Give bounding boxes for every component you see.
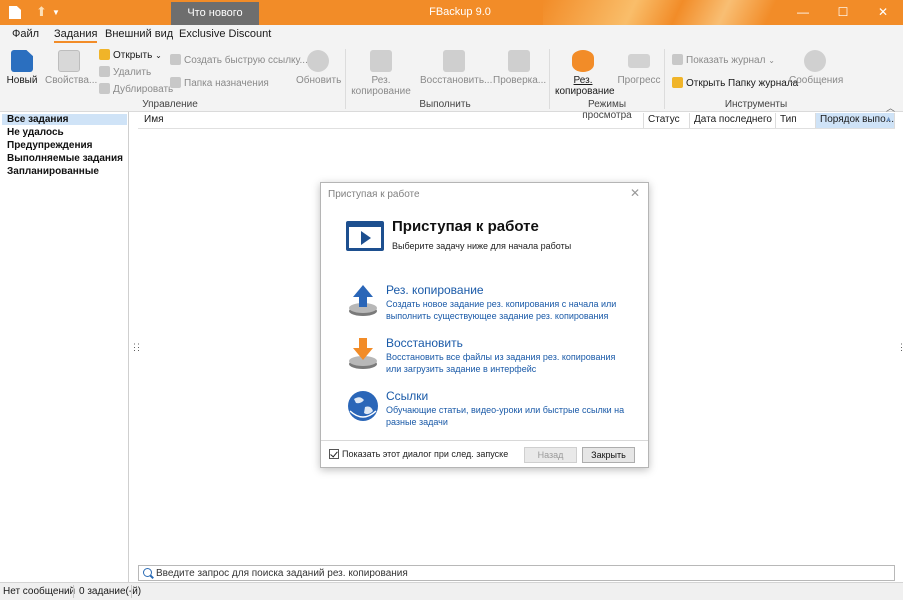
chevron-down-icon: ⌄	[768, 56, 775, 65]
refresh-button[interactable]: Обновить	[296, 50, 341, 86]
open-button[interactable]: Открыть ⌄	[99, 49, 162, 61]
category-scheduled[interactable]: Запланированные	[7, 166, 99, 177]
log-icon	[672, 54, 683, 65]
status-separator	[73, 585, 74, 598]
quick-access-backup-icon[interactable]: ⬆	[36, 4, 48, 19]
quick-access-dropdown-icon[interactable]: ▼	[52, 8, 64, 21]
new-document-icon	[11, 50, 33, 72]
create-quick-link-button[interactable]: Создать быструю ссылку...	[170, 54, 308, 66]
status-messages: Нет сообщений	[3, 586, 76, 597]
job-search-box[interactable]	[138, 565, 895, 581]
getting-started-dialog: Приступая к работе ✕ Приступая к работе …	[320, 182, 649, 468]
log-folder-icon	[672, 77, 683, 88]
duplicate-icon	[99, 83, 110, 94]
dialog-item-title: Ссылки	[386, 389, 429, 403]
duplicate-button[interactable]: Дублировать	[99, 83, 173, 95]
header-divider	[138, 128, 895, 129]
check-icon	[508, 50, 530, 72]
run-backup-button[interactable]: Рез. копирование	[351, 50, 411, 97]
column-name[interactable]: Имя	[140, 113, 644, 128]
tab-jobs[interactable]: Задания	[54, 28, 98, 43]
group-label-tools: Инструменты	[724, 99, 788, 110]
backup-disk-stack-icon	[572, 50, 594, 72]
restore-download-icon	[443, 50, 465, 72]
show-log-button[interactable]: Показать журнал ⌄	[672, 54, 775, 66]
close-window-button[interactable]: ✕	[863, 0, 903, 25]
restore-download-icon	[349, 338, 377, 369]
quick-link-icon	[170, 54, 181, 65]
tab-view[interactable]: Внешний вид	[105, 28, 173, 40]
dialog-item-desc: Восстановить все файлы из задания рез. к…	[386, 352, 616, 374]
column-status[interactable]: Статус	[644, 113, 690, 128]
ribbon: Новый Свойства... Открыть ⌄ Удалить Дубл…	[0, 45, 903, 121]
properties-button[interactable]: Свойства...	[45, 50, 97, 86]
status-bar: Нет сообщений 0 задание(-й)	[0, 582, 903, 600]
category-all-jobs[interactable]: Все задания	[2, 114, 127, 125]
view-backup-button[interactable]: Рез. копирование	[555, 50, 615, 97]
folder-icon	[170, 77, 181, 88]
category-running[interactable]: Выполняемые задания	[7, 153, 123, 164]
restore-button[interactable]: Восстановить...	[420, 50, 492, 86]
delete-button[interactable]: Удалить	[99, 66, 151, 78]
show-on-startup-label[interactable]: Показать этот диалог при след. запуске	[342, 449, 508, 459]
category-list: Все задания Не удалось Предупреждения Вы…	[0, 112, 129, 582]
column-execution-order[interactable]: Порядок выпо... ▲	[816, 113, 895, 128]
maximize-button[interactable]: ☐	[823, 0, 863, 25]
dialog-title: Приступая к работе	[328, 189, 420, 200]
dialog-item-desc: Создать новое задание рез. копирования с…	[386, 299, 617, 321]
tab-exclusive-discount[interactable]: Exclusive Discount	[179, 28, 271, 40]
group-label-execute: Выполнить	[419, 99, 471, 110]
new-job-button[interactable]: Новый	[6, 50, 38, 86]
refresh-globe-icon	[307, 50, 329, 72]
ribbon-separator	[549, 49, 550, 109]
view-progress-button[interactable]: Прогресс	[617, 50, 661, 86]
dialog-item-desc: Обучающие статьи, видео-уроки или быстры…	[386, 405, 625, 427]
delete-icon	[99, 66, 110, 77]
chevron-down-icon: ⌄	[155, 51, 162, 60]
app-document-icon[interactable]	[9, 6, 21, 19]
window-title: FBackup 9.0	[429, 6, 491, 18]
search-icon	[143, 568, 152, 577]
whats-new-tab[interactable]: Что нового	[171, 2, 259, 25]
list-splitter-handle[interactable]: ⋮	[134, 342, 143, 353]
group-label-manage: Управление	[142, 99, 198, 110]
show-on-startup-checkbox[interactable]	[329, 449, 339, 459]
category-failed[interactable]: Не удалось	[7, 127, 64, 138]
column-type[interactable]: Тип	[776, 113, 816, 128]
dialog-heading: Приступая к работе	[392, 218, 539, 235]
messages-info-icon	[804, 50, 826, 72]
dialog-item-title: Рез. копирование	[386, 283, 484, 297]
sort-ascending-icon: ▲	[885, 116, 892, 123]
open-folder-icon	[99, 49, 110, 60]
messages-button[interactable]: Сообщения	[789, 50, 843, 86]
category-warnings[interactable]: Предупреждения	[7, 140, 93, 151]
minimize-button[interactable]: —	[783, 0, 823, 25]
open-log-folder-button[interactable]: Открыть Папку журнала	[672, 77, 798, 89]
progress-icon	[628, 54, 650, 68]
ribbon-separator	[664, 49, 665, 109]
search-input[interactable]	[156, 567, 856, 579]
dialog-close-button[interactable]: Закрыть	[582, 447, 635, 463]
dialog-subheading: Выберите задачу ниже для начала работы	[392, 241, 572, 251]
column-last-date[interactable]: Дата последнего ...	[690, 113, 776, 128]
ribbon-tabs: Файл Задания Внешний вид Exclusive Disco…	[0, 25, 903, 45]
tab-file[interactable]: Файл	[12, 28, 39, 40]
status-separator	[131, 585, 132, 598]
dialog-close-icon[interactable]: ✕	[630, 186, 640, 200]
backup-upload-icon	[370, 50, 392, 72]
title-bar: ⬆ ▼ Что нового FBackup 9.0 — ☐ ✕	[0, 0, 903, 25]
check-button[interactable]: Проверка...	[493, 50, 546, 86]
dialog-footer-divider	[321, 440, 648, 441]
globe-links-icon	[348, 391, 378, 421]
backup-upload-icon	[349, 285, 377, 316]
back-button[interactable]: Назад	[524, 447, 577, 463]
getting-started-play-icon	[346, 221, 384, 251]
ribbon-separator	[345, 49, 346, 109]
destination-folder-button[interactable]: Папка назначения	[170, 77, 269, 89]
dialog-item-title: Восстановить	[386, 336, 463, 350]
right-splitter-handle[interactable]: ⋮	[897, 342, 903, 353]
properties-icon	[58, 50, 80, 72]
